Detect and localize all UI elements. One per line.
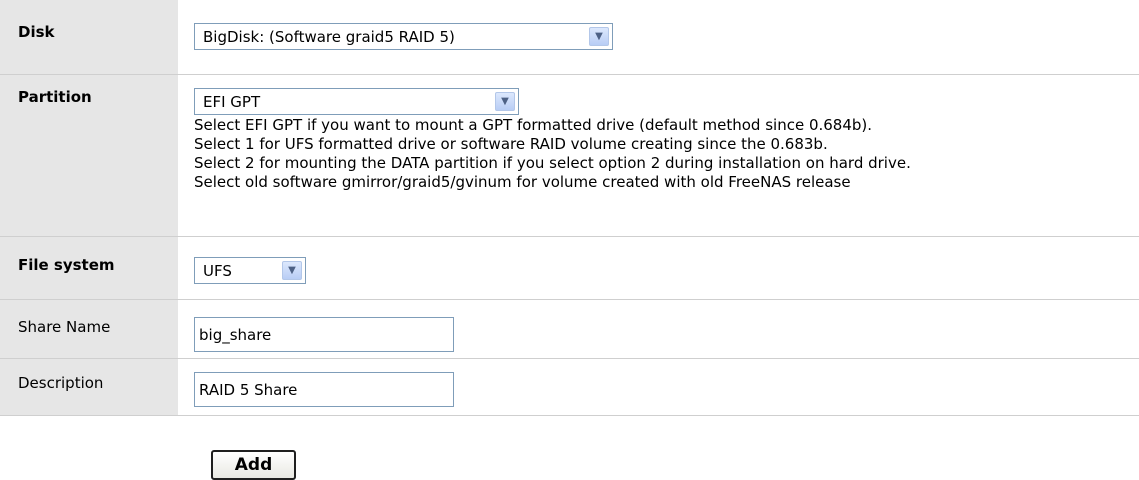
disk-select[interactable]: BigDisk: (Software graid5 RAID 5) ▼ <box>194 23 613 50</box>
disk-select-value: BigDisk: (Software graid5 RAID 5) <box>203 27 455 46</box>
filesystem-select-value: UFS <box>203 261 232 280</box>
description-input[interactable]: RAID 5 Share <box>194 372 454 407</box>
description-label: Description <box>0 359 178 415</box>
share-name-row: Share Name big_share <box>0 300 1139 359</box>
partition-select[interactable]: EFI GPT ▼ <box>194 88 519 115</box>
help-line: Select 1 for UFS formatted drive or soft… <box>194 135 828 153</box>
disk-row: Disk BigDisk: (Software graid5 RAID 5) ▼ <box>0 0 1139 75</box>
share-name-input[interactable]: big_share <box>194 317 454 352</box>
mount-form: Disk BigDisk: (Software graid5 RAID 5) ▼… <box>0 0 1139 480</box>
filesystem-label: File system <box>0 237 178 299</box>
share-name-label: Share Name <box>0 300 178 358</box>
partition-select-value: EFI GPT <box>203 92 261 111</box>
help-line: Select EFI GPT if you want to mount a GP… <box>194 116 873 134</box>
filesystem-select[interactable]: UFS ▼ <box>194 257 306 284</box>
help-line: Select 2 for mounting the DATA partition… <box>194 154 911 172</box>
help-line: Select old software gmirror/graid5/gvinu… <box>194 173 851 191</box>
partition-help: Select EFI GPT if you want to mount a GP… <box>194 116 1139 192</box>
chevron-down-icon[interactable]: ▼ <box>282 261 302 280</box>
chevron-down-icon[interactable]: ▼ <box>589 27 609 46</box>
partition-label: Partition <box>0 75 178 236</box>
disk-label: Disk <box>0 0 178 74</box>
partition-row: Partition EFI GPT ▼ Select EFI GPT if yo… <box>0 75 1139 237</box>
add-button[interactable]: Add <box>211 450 296 480</box>
chevron-down-icon[interactable]: ▼ <box>495 92 515 111</box>
filesystem-row: File system UFS ▼ <box>0 237 1139 300</box>
description-row: Description RAID 5 Share <box>0 359 1139 416</box>
